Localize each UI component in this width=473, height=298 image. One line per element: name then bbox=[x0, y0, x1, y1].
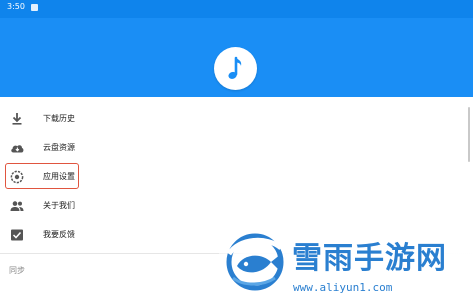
watermark-url: www.aliyun1.com bbox=[293, 281, 393, 294]
sync-section-label: 同步 bbox=[9, 266, 25, 275]
drawer-header bbox=[0, 18, 473, 97]
watermark: 雪雨手游网 www.aliyun1.com bbox=[219, 220, 473, 298]
app-screen: 3:50 下载历史 云盘资源 应用设置 关于我们 我要反馈 同步 雪雨手游网 w… bbox=[0, 0, 473, 298]
app-logo bbox=[214, 47, 257, 90]
cloud-download-icon bbox=[9, 140, 25, 156]
download-icon bbox=[9, 111, 25, 127]
feedback-icon bbox=[9, 227, 25, 243]
status-bar: 3:50 bbox=[0, 0, 473, 18]
menu-item-about-us[interactable]: 关于我们 bbox=[0, 192, 473, 220]
status-time: 3:50 bbox=[7, 2, 25, 11]
menu-item-cloud-resources[interactable]: 云盘资源 bbox=[0, 134, 473, 162]
menu-item-label: 云盘资源 bbox=[43, 143, 75, 152]
notification-icon bbox=[31, 4, 38, 11]
menu-item-download-history[interactable]: 下载历史 bbox=[0, 105, 473, 133]
fish-logo-icon bbox=[226, 233, 284, 291]
music-note-icon bbox=[228, 56, 242, 79]
highlight-box bbox=[5, 163, 79, 189]
menu-item-label: 我要反馈 bbox=[43, 230, 75, 239]
menu-item-label: 下载历史 bbox=[43, 114, 75, 123]
scrollbar[interactable] bbox=[468, 107, 470, 162]
people-icon bbox=[9, 198, 25, 214]
watermark-name: 雪雨手游网 bbox=[292, 241, 447, 276]
menu-item-label: 关于我们 bbox=[43, 201, 75, 210]
